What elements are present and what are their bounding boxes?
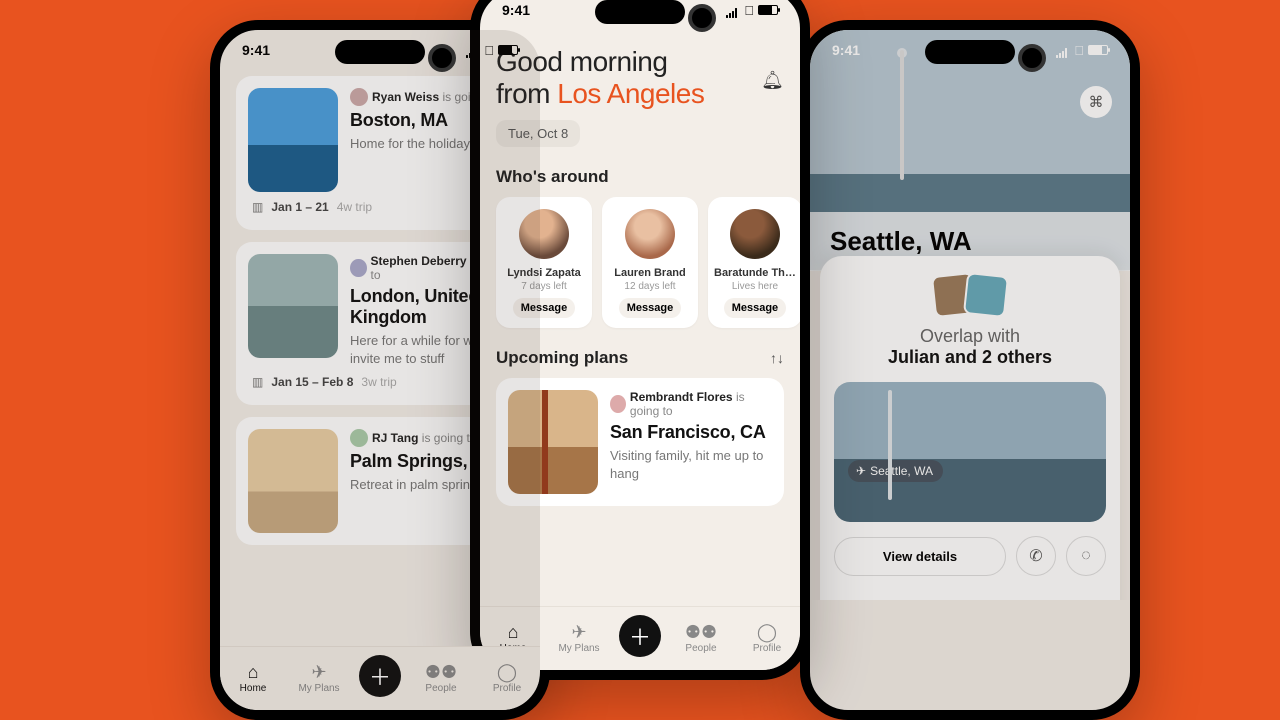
person-name: Baratunde Th… [714,267,796,279]
status-time: 9:41 [832,42,860,58]
message-button[interactable]: Message [619,298,681,318]
view-details-button[interactable]: View details [834,537,1006,576]
person-sub: Lives here [714,281,796,292]
people-icon: ⚉⚉ [425,663,457,681]
tabbar: ⌂Home ✈My Plans ＋ ⚉⚉People ◯Profile [220,646,540,710]
message-button[interactable]: Message [513,298,575,318]
home-icon: ⌂ [508,623,519,641]
status-bar: 9:41 􀙇 [810,30,1130,70]
profile-icon: ◯ [497,663,517,681]
trip-thumbnail [248,429,338,533]
calendar-icon: ▥ [252,200,263,214]
section-upcoming: Upcoming plans ↑↓ [496,348,784,368]
destination-pill: ✈ Seattle, WA [848,460,943,482]
chat-button[interactable]: ◌ [1066,536,1106,576]
plan-location: San Francisco, CA [610,422,772,443]
avatar [350,429,368,447]
plane-icon: ✈ [311,663,326,681]
overlap-text: Overlap with Julian and 2 others [834,326,1106,368]
person-card[interactable]: Lyndsi Zapata 7 days left Message [496,197,592,328]
avatar [519,209,569,259]
people-icon: ⚉⚉ [685,623,717,641]
wifi-icon: 􀙇 [1074,43,1084,58]
phone-right-detail: 9:41 􀙇 ⌘ Seattle, WA Overlap with Julian… [800,20,1140,720]
battery-icon [498,45,518,55]
avatar-stack [834,274,1106,316]
calendar-icon: ▥ [252,375,263,389]
plane-icon: ✈ [856,464,866,478]
person-name: Lyndsi Zapata [502,267,586,279]
hero-image: 9:41 􀙇 ⌘ Seattle, WA [810,30,1130,270]
message-button[interactable]: Message [724,298,786,318]
profile-icon: ◯ [757,623,777,641]
notifications-button[interactable]: 🔔︎ [761,70,784,91]
person-card[interactable]: Baratunde Th… Lives here Message [708,197,800,328]
add-button[interactable]: ＋ [619,615,661,657]
person-sub: 12 days left [608,281,692,292]
tab-people[interactable]: ⚉⚉People [415,663,467,694]
home-icon: ⌂ [248,663,259,681]
tab-profile[interactable]: ◯Profile [481,663,533,694]
status-time: 9:41 [242,42,270,58]
avatar [963,272,1009,318]
avatar [625,209,675,259]
battery-icon [1088,45,1108,55]
call-button[interactable]: ✆ [1016,536,1056,576]
map-button[interactable]: ⌘ [1080,86,1112,118]
battery-icon [758,5,778,15]
detail-sheet: Overlap with Julian and 2 others ✈ Seatt… [820,256,1120,600]
plan-thumbnail [508,390,598,494]
sort-button[interactable]: ↑↓ [770,350,784,366]
tab-home[interactable]: ⌂Home [227,663,279,694]
plane-icon: ✈ [571,623,586,641]
trip-thumbnail [248,254,338,358]
plan-author-line: Rembrandt Flores is going to [610,390,772,418]
section-whos-around: Who's around [496,167,784,187]
person-sub: 7 days left [502,281,586,292]
destination-card[interactable]: ✈ Seattle, WA [834,382,1106,522]
wifi-icon: 􀙇 [484,43,494,58]
person-name: Lauren Brand [608,267,692,279]
phone-icon: ✆ [1029,546,1042,566]
plan-card[interactable]: Rembrandt Flores is going to San Francis… [496,378,784,506]
avatar [350,88,368,106]
phone-center-home: 9:41 􀙇 Good morning from Los Angeles 🔔︎ … [470,0,810,680]
chat-icon: ◌ [1081,547,1091,565]
avatar [730,209,780,259]
tab-myplans[interactable]: ✈My Plans [293,663,345,694]
tab-myplans[interactable]: ✈My Plans [553,623,605,654]
avatar [350,259,367,277]
status-bar: 9:41 􀙇 [220,30,540,70]
cellular-icon [1056,45,1070,55]
trip-thumbnail [248,88,338,192]
cellular-icon [466,45,480,55]
tab-people[interactable]: ⚉⚉People [675,623,727,654]
plan-description: Visiting family, hit me up to hang [610,447,772,482]
add-button[interactable]: ＋ [359,655,401,697]
bell-icon: 🔔︎ [761,70,784,90]
tab-profile[interactable]: ◯Profile [741,623,793,654]
person-card[interactable]: Lauren Brand 12 days left Message [602,197,698,328]
avatar [610,395,626,413]
status-bar: 9:41 􀙇 [480,0,800,30]
whos-around-row: Lyndsi Zapata 7 days left Message Lauren… [496,197,784,328]
date-pill[interactable]: Tue, Oct 8 [496,120,580,147]
map-icon: ⌘ [1089,93,1104,111]
wifi-icon: 􀙇 [744,3,754,18]
sort-icon: ↑↓ [770,350,784,366]
status-time: 9:41 [502,2,530,18]
cellular-icon [726,5,740,15]
